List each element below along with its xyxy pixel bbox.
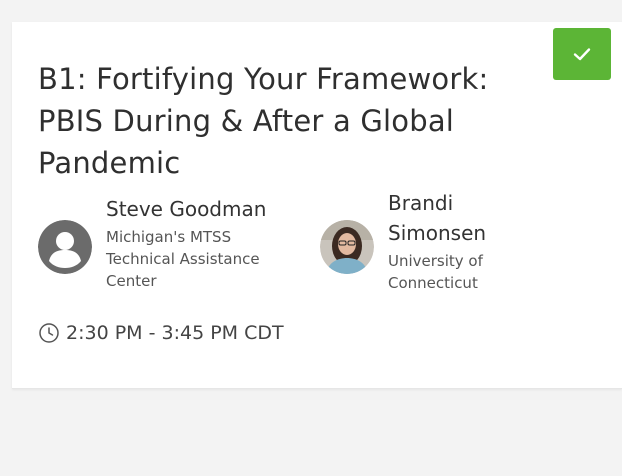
speaker-photo xyxy=(320,220,374,274)
speaker-organization: Michigan's MTSS Technical Assistance Cen… xyxy=(106,228,260,290)
person-icon xyxy=(38,220,92,274)
avatar xyxy=(320,220,374,274)
session-title: B1: Fortifying Your Framework: PBIS Duri… xyxy=(38,62,489,180)
speaker-name: Steve Goodman xyxy=(106,197,267,221)
speaker-list: Steve Goodman Michigan's MTSS Technical … xyxy=(38,191,598,314)
speaker-organization: University of Connecticut xyxy=(388,252,483,292)
clock-icon xyxy=(39,323,59,343)
added-to-schedule-button[interactable] xyxy=(553,28,611,80)
session-time-text: 2:30 PM - 3:45 PM CDT xyxy=(66,322,284,344)
check-icon xyxy=(573,48,591,61)
session-card[interactable]: B1: Fortifying Your Framework: PBIS Duri… xyxy=(12,22,622,389)
speaker-name: Brandi Simonsen xyxy=(388,191,487,245)
session-time: 2:30 PM - 3:45 PM CDT xyxy=(38,322,284,344)
avatar xyxy=(38,220,92,274)
